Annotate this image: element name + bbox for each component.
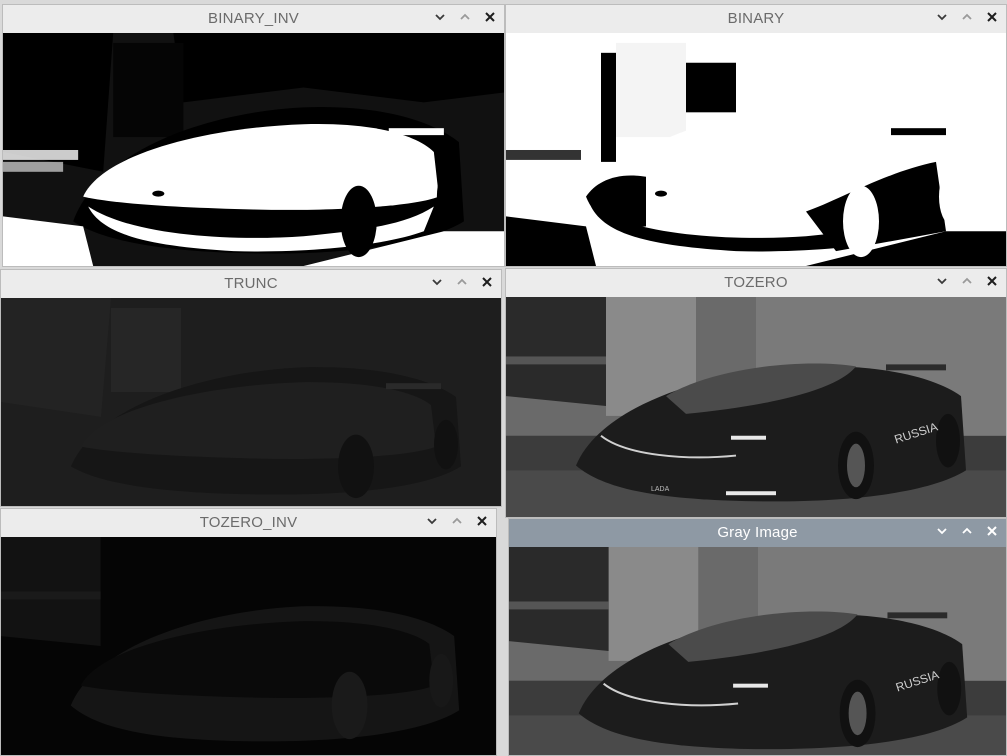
minimize-button[interactable]	[429, 276, 445, 292]
car-plate-text: LADA	[651, 486, 670, 493]
threshold-image	[1, 537, 496, 755]
window-tozero-inv[interactable]: TOZERO_INV	[0, 508, 497, 756]
grayscale-car-image: RUSSIA LADA	[506, 297, 1006, 517]
minimize-button[interactable]	[432, 11, 448, 27]
grayscale-car-image: RUSSIA	[509, 547, 1006, 755]
maximize-button[interactable]	[457, 11, 473, 27]
chevron-up-icon	[451, 514, 463, 532]
chevron-down-icon	[434, 10, 446, 28]
image-canvas	[3, 33, 504, 266]
titlebar[interactable]: BINARY_INV	[3, 5, 504, 34]
chevron-down-icon	[936, 274, 948, 292]
titlebar[interactable]: TRUNC	[1, 270, 501, 299]
minimize-button[interactable]	[934, 525, 950, 541]
chevron-up-icon	[961, 274, 973, 292]
window-tozero[interactable]: TOZERO RUSSIA LADA	[505, 268, 1007, 518]
close-icon	[986, 10, 998, 28]
window-binary-inv[interactable]: BINARY_INV	[2, 4, 505, 267]
window-gray-image[interactable]: Gray Image RUSSIA	[508, 518, 1007, 756]
chevron-down-icon	[936, 524, 948, 542]
window-title: Gray Image	[717, 524, 798, 541]
image-canvas: RUSSIA LADA	[506, 297, 1006, 517]
window-title: TOZERO_INV	[199, 514, 298, 531]
image-canvas	[1, 537, 496, 755]
image-canvas	[506, 33, 1006, 266]
window-trunc[interactable]: TRUNC	[0, 269, 502, 507]
close-icon	[484, 10, 496, 28]
window-title: BINARY	[727, 10, 785, 27]
close-icon	[986, 524, 998, 542]
chevron-down-icon	[431, 275, 443, 293]
titlebar[interactable]: TOZERO_INV	[1, 509, 496, 538]
titlebar[interactable]: Gray Image	[509, 519, 1006, 548]
close-button[interactable]	[482, 11, 498, 27]
minimize-button[interactable]	[934, 275, 950, 291]
close-icon	[986, 274, 998, 292]
image-canvas	[1, 298, 501, 506]
close-icon	[481, 275, 493, 293]
threshold-image	[3, 33, 504, 266]
close-button[interactable]	[984, 11, 1000, 27]
close-button[interactable]	[984, 525, 1000, 541]
chevron-up-icon	[459, 10, 471, 28]
minimize-button[interactable]	[934, 11, 950, 27]
close-button[interactable]	[984, 275, 1000, 291]
chevron-down-icon	[426, 514, 438, 532]
titlebar[interactable]: TOZERO	[506, 269, 1006, 298]
window-binary[interactable]: BINARY	[505, 4, 1007, 267]
window-title: BINARY_INV	[208, 10, 299, 27]
threshold-image	[1, 298, 501, 506]
close-icon	[476, 514, 488, 532]
chevron-down-icon	[936, 10, 948, 28]
close-button[interactable]	[474, 515, 490, 531]
close-button[interactable]	[479, 276, 495, 292]
maximize-button[interactable]	[454, 276, 470, 292]
maximize-button[interactable]	[959, 275, 975, 291]
maximize-button[interactable]	[449, 515, 465, 531]
window-title: TRUNC	[224, 275, 278, 292]
chevron-up-icon	[961, 10, 973, 28]
image-canvas: RUSSIA	[509, 547, 1006, 755]
chevron-up-icon	[961, 524, 973, 542]
titlebar[interactable]: BINARY	[506, 5, 1006, 34]
window-title: TOZERO	[724, 274, 788, 291]
maximize-button[interactable]	[959, 11, 975, 27]
threshold-image	[506, 33, 1006, 266]
maximize-button[interactable]	[959, 525, 975, 541]
minimize-button[interactable]	[424, 515, 440, 531]
chevron-up-icon	[456, 275, 468, 293]
